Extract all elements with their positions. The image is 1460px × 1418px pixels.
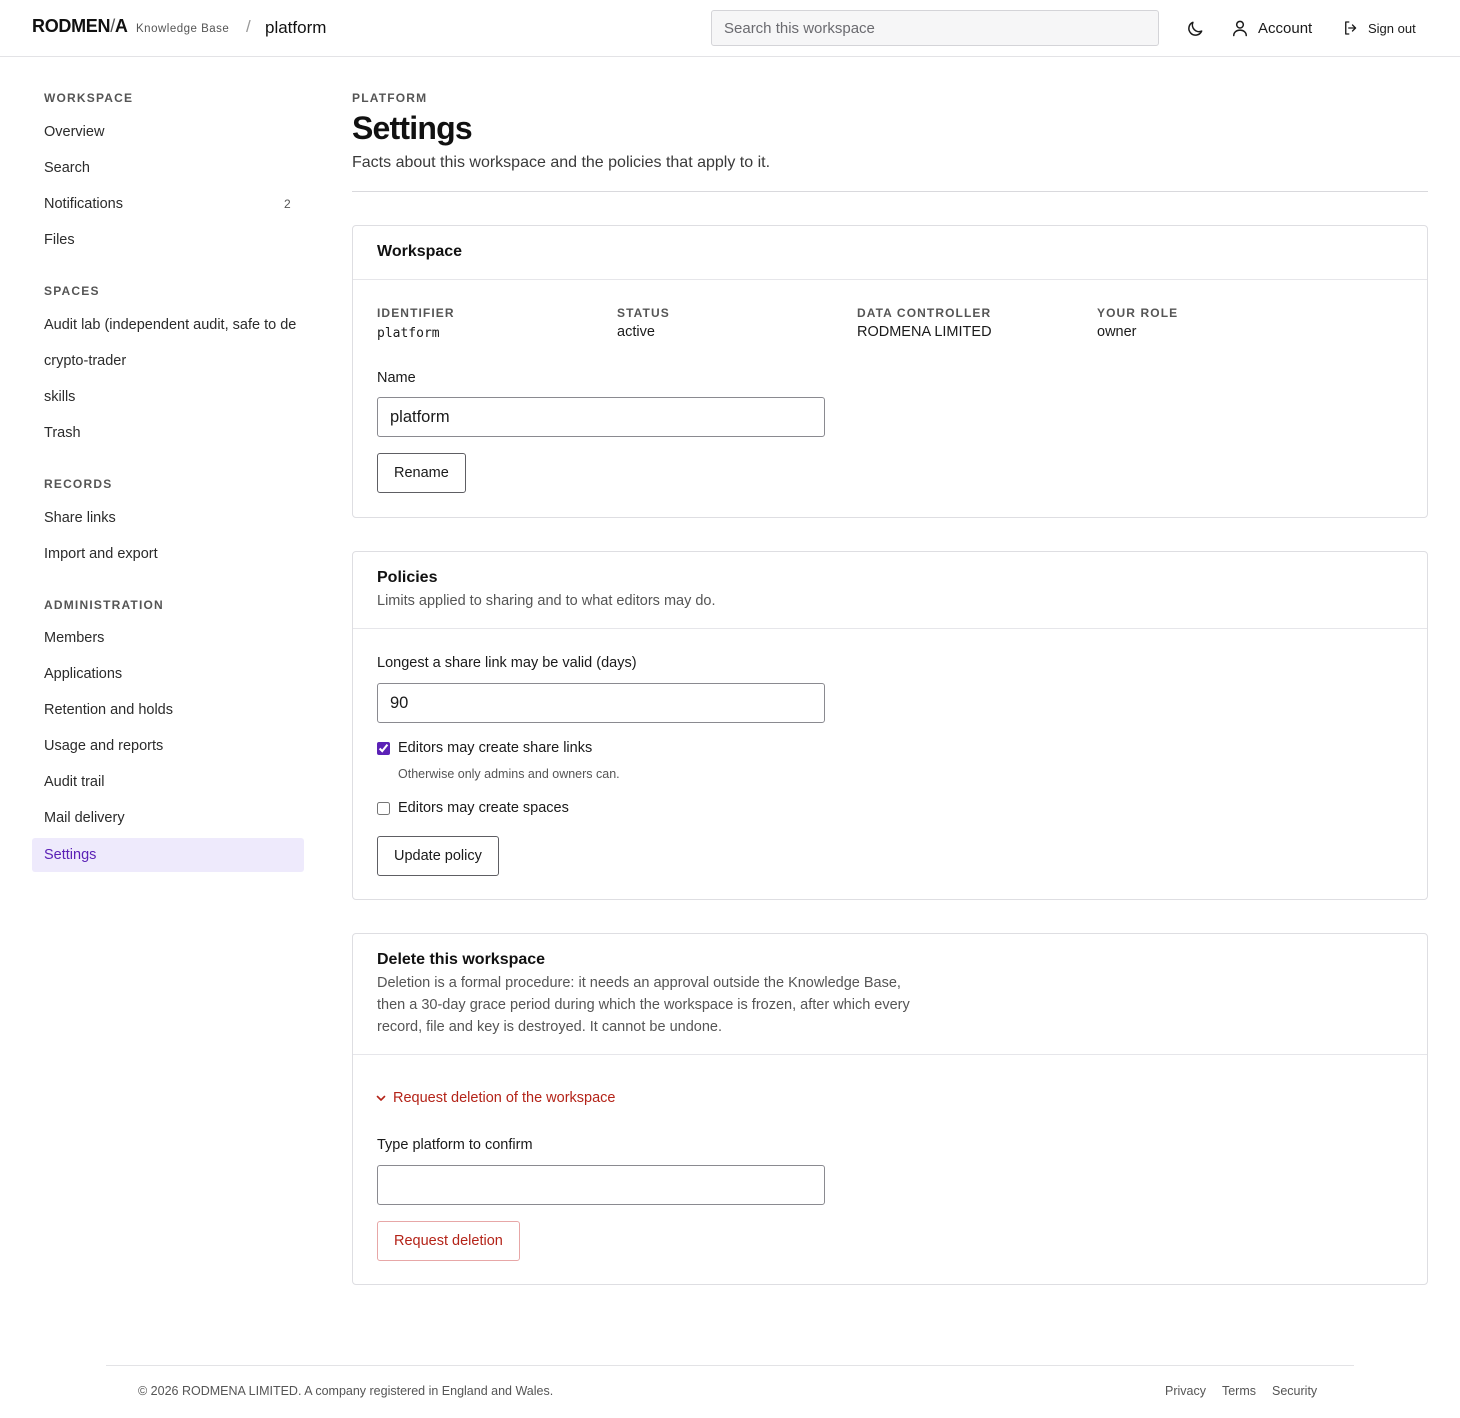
product-name: Knowledge Base: [136, 23, 230, 35]
fact-value-role: owner: [1097, 324, 1137, 340]
name-field-label: Name: [377, 370, 416, 386]
footer-copyright: © 2026 RODMENA LIMITED. A company regist…: [138, 1384, 554, 1398]
page-subtitle: Facts about this workspace and the polic…: [352, 154, 771, 171]
workspace-name-input[interactable]: [377, 397, 825, 437]
user-icon: [1233, 20, 1247, 37]
sidebar-item-settings[interactable]: Settings: [32, 838, 304, 872]
request-deletion-button[interactable]: Request deletion: [377, 1221, 520, 1261]
moon-icon: [1188, 21, 1203, 36]
divider: [352, 191, 1428, 192]
card-header: Policies Limits applied to sharing and t…: [353, 552, 1427, 629]
search-input[interactable]: [711, 10, 1159, 46]
footer-link-security[interactable]: Security: [1272, 1384, 1317, 1398]
card-title: Policies: [377, 569, 438, 586]
sign-out-label: Sign out: [1368, 20, 1416, 36]
fact-label-data-controller: DATA CONTROLLER: [857, 306, 992, 320]
editors-create-spaces-option[interactable]: Editors may create spaces: [377, 800, 569, 816]
sidebar-section-title: RECORDS: [44, 477, 113, 491]
page-title: Settings: [352, 110, 473, 146]
fact-value-status: active: [617, 324, 655, 340]
notification-count-badge: 2: [284, 197, 291, 211]
sidebar-section-title: ADMINISTRATION: [44, 598, 164, 612]
card-header: Delete this workspace Deletion is a form…: [353, 934, 1427, 1055]
card-description-line: record, file and key is destroyed. It ca…: [377, 1019, 722, 1035]
fact-value-identifier: platform: [377, 326, 440, 341]
fact-label-identifier: IDENTIFIER: [377, 306, 455, 320]
sidebar-item-trash[interactable]: Trash: [32, 416, 304, 450]
card-description: Limits applied to sharing and to what ed…: [377, 593, 716, 609]
card-title: Workspace: [377, 243, 463, 260]
sidebar-item-label: Notifications: [44, 196, 123, 212]
sidebar-item-overview[interactable]: Overview: [32, 115, 304, 149]
fact-label-status: STATUS: [617, 306, 670, 320]
footer-links: Privacy Terms Security: [1165, 1384, 1317, 1398]
confirm-workspace-input[interactable]: [377, 1165, 825, 1205]
card-description-line: Deletion is a formal procedure: it needs…: [377, 975, 901, 991]
request-deletion-disclosure[interactable]: Request deletion of the workspace: [375, 1090, 615, 1106]
card-description-line: then a 30-day grace period during which …: [377, 997, 910, 1013]
rename-button[interactable]: Rename: [377, 453, 466, 493]
account-link[interactable]: Account: [1230, 16, 1312, 40]
sidebar-item-notifications[interactable]: Notifications 2: [32, 187, 304, 221]
card-title: Delete this workspace: [377, 951, 546, 968]
sidebar-item-crypto-trader[interactable]: crypto-trader: [32, 344, 304, 378]
editors-share-links-checkbox[interactable]: [377, 741, 390, 755]
checkbox-label: Editors may create spaces: [398, 800, 569, 816]
fact-label-role: YOUR ROLE: [1097, 306, 1179, 320]
checkbox-label: Editors may create share links: [398, 740, 593, 756]
sidebar-item-members[interactable]: Members: [32, 621, 304, 655]
disclosure-label: Request deletion of the workspace: [393, 1090, 616, 1106]
fact-value-data-controller: RODMENA LIMITED: [857, 324, 992, 340]
delete-workspace-card: Delete this workspace Deletion is a form…: [352, 933, 1428, 1285]
max-days-label: Longest a share link may be valid (days): [377, 655, 637, 671]
logo-tail: A: [114, 16, 128, 36]
sidebar-item-applications[interactable]: Applications: [32, 657, 304, 691]
footer-divider: [106, 1365, 1354, 1366]
page-eyebrow: PLATFORM: [352, 91, 428, 105]
brand-logo[interactable]: RODMEN/A: [32, 16, 128, 37]
logo-text: RODMEN: [32, 16, 111, 36]
card-header: Workspace: [353, 226, 1427, 280]
sidebar-item-files[interactable]: Files: [32, 223, 304, 257]
sidebar-section-title: SPACES: [44, 284, 100, 298]
sidebar-section-title: WORKSPACE: [44, 91, 134, 105]
chevron-down-icon: [376, 1095, 386, 1101]
sidebar-item-audit-trail[interactable]: Audit trail: [32, 765, 304, 799]
sidebar-item-import-export[interactable]: Import and export: [32, 537, 304, 571]
workspace-card: Workspace IDENTIFIER platform STATUS act…: [352, 225, 1428, 518]
sidebar-item-search[interactable]: Search: [32, 151, 304, 185]
sign-out-button[interactable]: Sign out: [1342, 16, 1416, 40]
sidebar-item-skills[interactable]: skills: [32, 380, 304, 414]
sidebar-item-retention[interactable]: Retention and holds: [32, 693, 304, 727]
sign-out-icon: [1345, 21, 1357, 35]
footer-link-privacy[interactable]: Privacy: [1165, 1384, 1206, 1398]
footer-link-terms[interactable]: Terms: [1222, 1384, 1256, 1398]
max-days-input[interactable]: [377, 683, 825, 723]
checkbox-hint: Otherwise only admins and owners can.: [398, 767, 620, 781]
account-label: Account: [1258, 19, 1313, 37]
confirm-field-label: Type platform to confirm: [377, 1137, 533, 1153]
theme-toggle-button[interactable]: [1182, 16, 1208, 42]
breadcrumb-separator: /: [246, 17, 251, 36]
sidebar-item-usage[interactable]: Usage and reports: [32, 729, 304, 763]
editors-create-spaces-checkbox[interactable]: [377, 801, 390, 815]
sidebar-item-mail-delivery[interactable]: Mail delivery: [32, 801, 304, 835]
sidebar-item-share-links[interactable]: Share links: [32, 501, 304, 535]
update-policy-button[interactable]: Update policy: [377, 836, 499, 876]
top-bar: RODMEN/A Knowledge Base / platform Accou…: [0, 0, 1460, 57]
policies-card: Policies Limits applied to sharing and t…: [352, 551, 1428, 900]
breadcrumb-workspace[interactable]: platform: [265, 18, 326, 38]
editors-share-links-option[interactable]: Editors may create share links: [377, 740, 592, 756]
sidebar-item-audit-lab[interactable]: Audit lab (independent audit, safe to de: [32, 308, 304, 342]
